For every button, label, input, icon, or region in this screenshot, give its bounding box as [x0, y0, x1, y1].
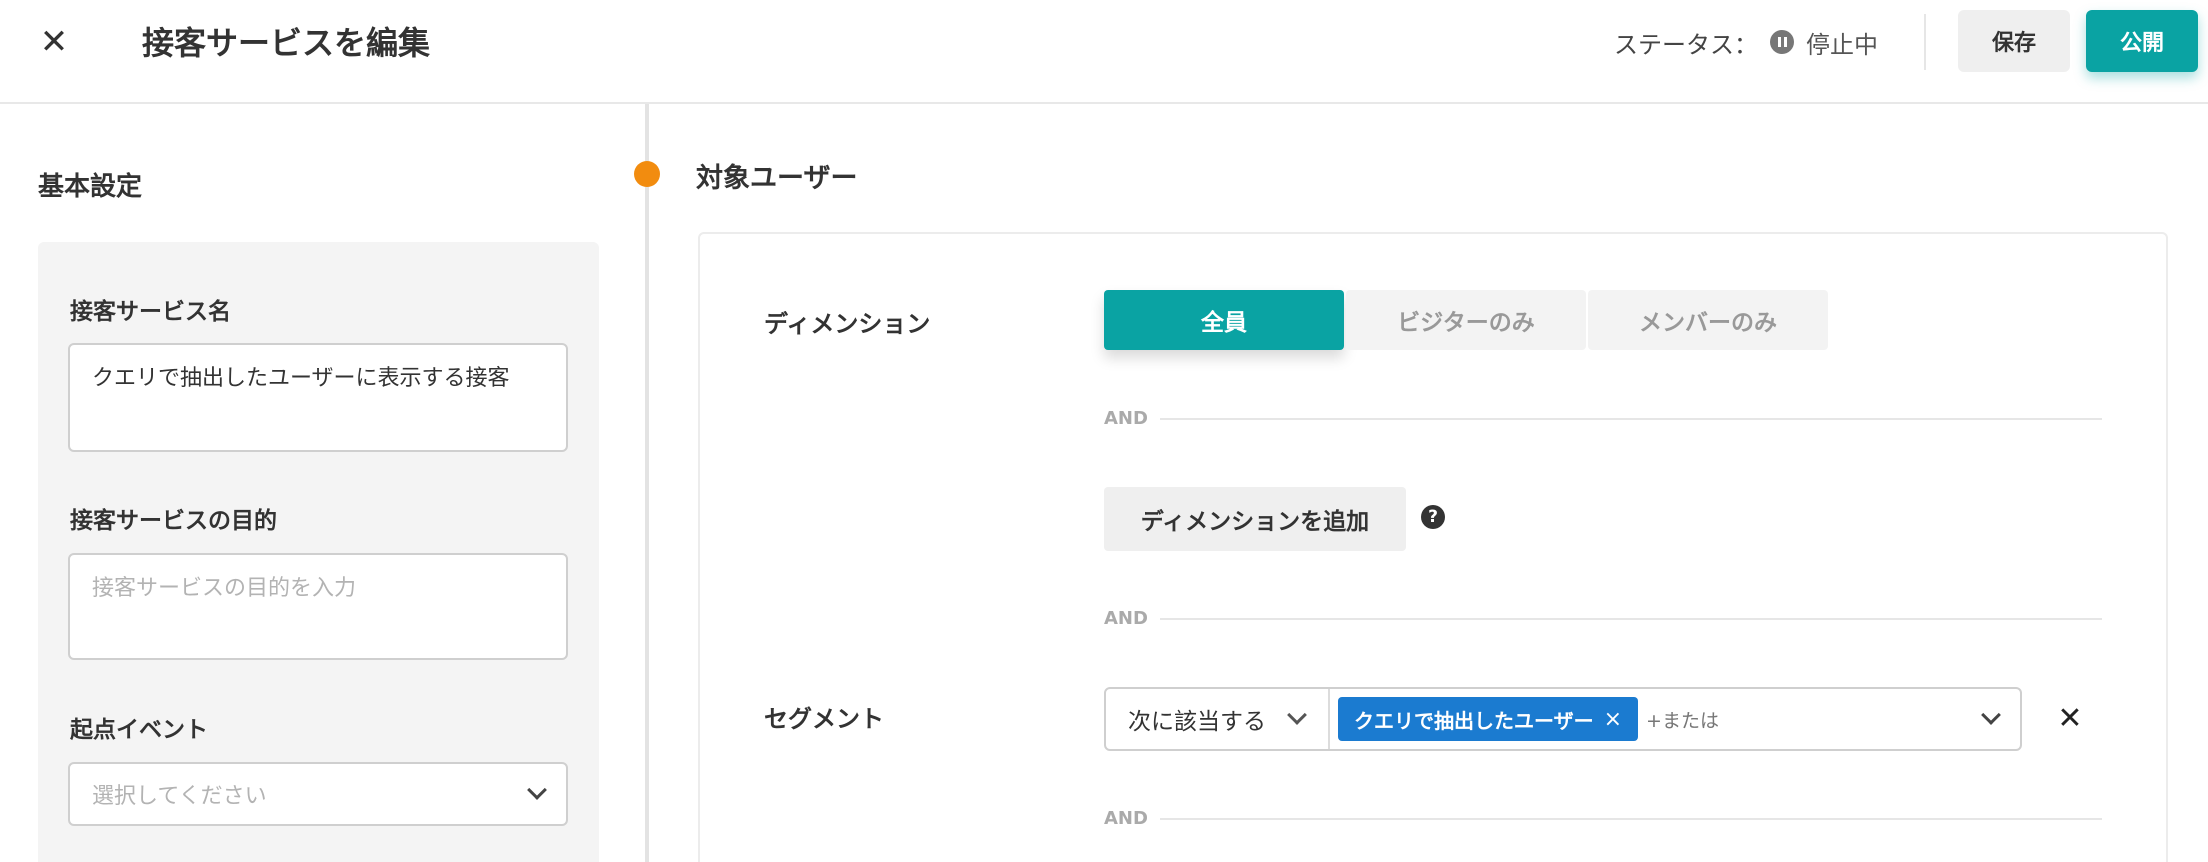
header-bar: ✕ 接客サービスを編集 ステータス： 停止中 保存 公開	[0, 0, 2208, 104]
segment-chip: クエリで抽出したユーザー ×	[1338, 697, 1639, 741]
and-line	[1160, 617, 2102, 620]
target-users-title: 対象ユーザー	[696, 163, 858, 194]
pause-icon	[1770, 30, 1794, 54]
status-indicator: ステータス： 停止中	[1614, 22, 1878, 62]
dimension-segmented-control: 全員 ビジターのみ メンバーのみ	[1104, 290, 1828, 350]
dimension-option-all[interactable]: 全員	[1104, 290, 1344, 350]
dimension-label: ディメンション	[764, 310, 931, 338]
and-label: AND	[1104, 608, 1148, 629]
service-name-input[interactable]: クエリで抽出したユーザーに表示する接客	[68, 343, 568, 452]
remove-segment-icon[interactable]: ✕	[2054, 700, 2086, 736]
segment-condition-select[interactable]: 次に該当する	[1106, 689, 1330, 749]
status-value: 停止中	[1806, 30, 1878, 59]
close-icon[interactable]: ✕	[38, 22, 70, 62]
chevron-down-icon	[1287, 705, 1307, 725]
and-separator: AND	[1104, 808, 2102, 829]
segment-select[interactable]: 次に該当する クエリで抽出したユーザー × +または	[1104, 687, 2022, 751]
and-line	[1160, 417, 2102, 420]
timeline-line	[645, 104, 649, 862]
help-icon[interactable]: ?	[1421, 505, 1445, 529]
timeline-dot	[634, 161, 660, 187]
publish-button[interactable]: 公開	[2086, 10, 2198, 72]
or-add-link[interactable]: +または	[1646, 706, 1719, 733]
add-dimension-button[interactable]: ディメンションを追加	[1104, 487, 1406, 551]
service-name-label: 接客サービス名	[70, 299, 231, 325]
trigger-event-select[interactable]: 選択してください	[68, 762, 568, 826]
trigger-event-placeholder: 選択してください	[92, 784, 267, 809]
chevron-down-icon[interactable]	[1981, 705, 2001, 725]
page-title: 接客サービスを編集	[142, 24, 431, 62]
chevron-down-icon	[527, 780, 547, 800]
and-separator: AND	[1104, 608, 2102, 629]
dimension-option-visitors[interactable]: ビジターのみ	[1346, 290, 1586, 350]
trigger-event-label: 起点イベント	[70, 717, 208, 743]
segment-chip-label: クエリで抽出したユーザー	[1354, 708, 1594, 733]
and-line	[1160, 817, 2102, 820]
segment-label: セグメント	[764, 705, 884, 733]
service-purpose-input[interactable]: 接客サービスの目的を入力	[68, 553, 568, 660]
basic-settings-title: 基本設定	[38, 172, 143, 202]
header-divider	[1924, 14, 1926, 70]
and-label: AND	[1104, 808, 1148, 829]
and-label: AND	[1104, 408, 1148, 429]
status-label: ステータス：	[1614, 30, 1758, 59]
save-button[interactable]: 保存	[1958, 10, 2070, 72]
and-separator: AND	[1104, 408, 2102, 429]
chip-remove-icon[interactable]: ×	[1604, 707, 1622, 732]
dimension-option-members[interactable]: メンバーのみ	[1588, 290, 1828, 350]
service-purpose-label: 接客サービスの目的	[70, 508, 277, 534]
segment-condition-value: 次に該当する	[1128, 709, 1266, 735]
